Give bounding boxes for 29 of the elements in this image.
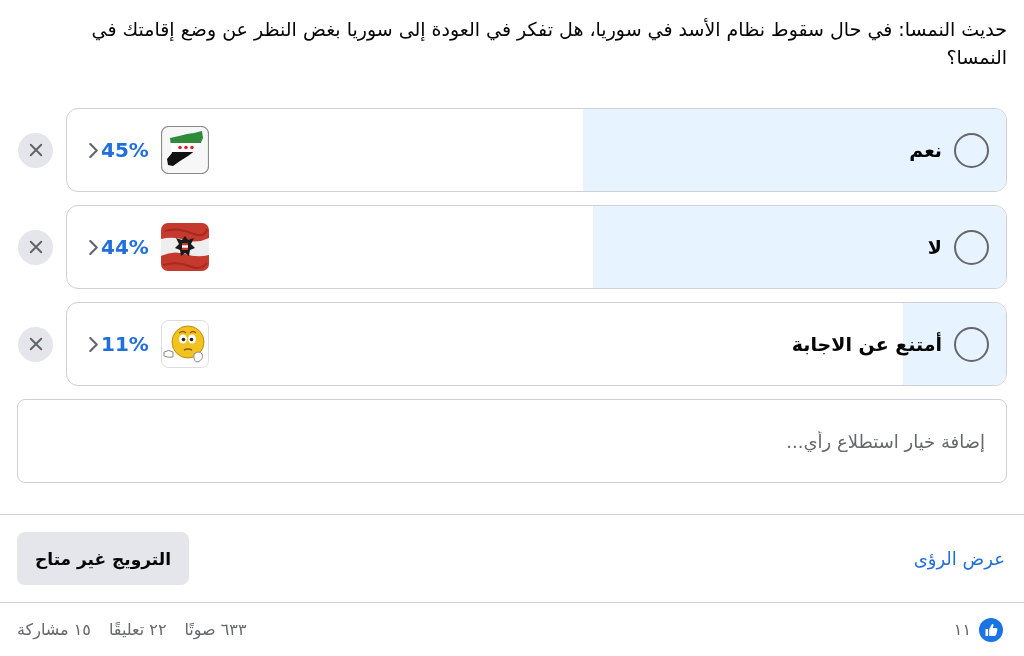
- close-icon: [28, 143, 43, 157]
- radio-button[interactable]: [954, 326, 989, 362]
- close-icon: [28, 337, 43, 351]
- boost-button[interactable]: الترويج غير متاح: [17, 532, 189, 585]
- comment-count[interactable]: ٢٢ تعليقًا: [108, 620, 167, 639]
- close-icon: [28, 240, 43, 254]
- option-label: أمتنع عن الاجابة: [791, 333, 942, 355]
- radio-button[interactable]: [954, 229, 989, 265]
- question-text: حديث النمسا: في حال سقوط نظام الأسد في سوريا، هل تفكر في العودة إلى سوريا بغض النظر عن وضع إقامتك في النمسا؟: [90, 17, 1007, 70]
- vote-percentage: 11%: [101, 332, 149, 356]
- like-icon: [979, 617, 1003, 642]
- vote-percentage: 44%: [101, 235, 149, 259]
- chevron-icon[interactable]: [89, 336, 98, 352]
- chevron-icon[interactable]: [89, 239, 98, 255]
- option-label: نعم: [909, 139, 942, 161]
- flag-icon: [160, 223, 209, 271]
- vote-percentage: 45%: [101, 138, 149, 162]
- option-label: لا: [927, 236, 942, 258]
- share-count[interactable]: ١٥ مشاركة: [17, 620, 91, 639]
- chevron-icon[interactable]: [89, 142, 98, 158]
- remove-option-button[interactable]: [18, 132, 53, 168]
- reaction-count[interactable]: ١١: [953, 620, 971, 639]
- remove-option-button[interactable]: [18, 326, 53, 362]
- smiley-icon: [160, 320, 209, 368]
- flag-map-icon: [160, 126, 209, 174]
- remove-option-button[interactable]: [18, 229, 53, 265]
- vote-count: ٦٣٣ صوتًا: [184, 620, 247, 639]
- radio-button[interactable]: [954, 132, 989, 168]
- view-insights-link[interactable]: عرض الرؤى: [913, 548, 1005, 569]
